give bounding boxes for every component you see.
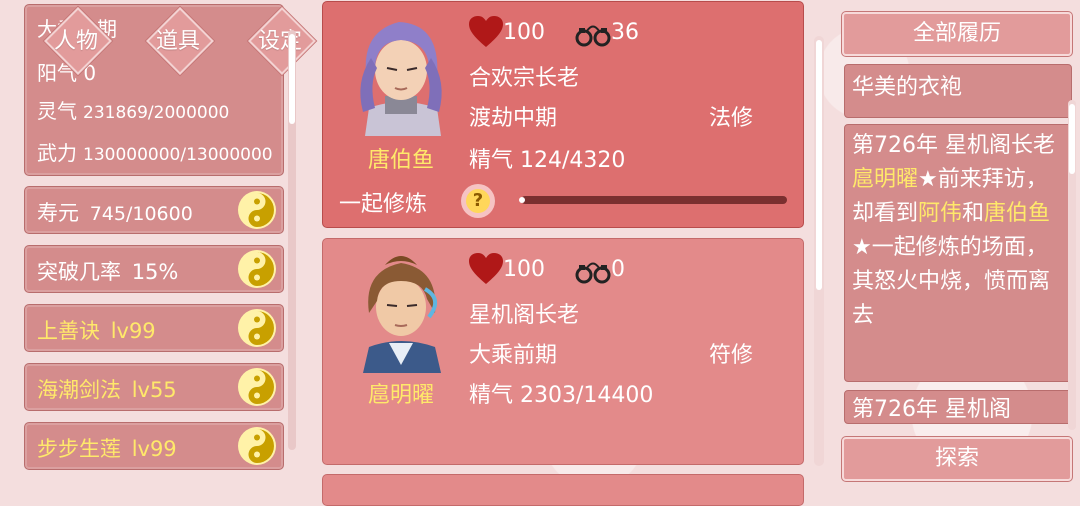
cuffs-value: 0 [611, 257, 625, 282]
breakthrough-text: 突破几率 15% [37, 256, 178, 286]
lifespan-text: 寿元 745/10600 [37, 197, 193, 227]
skill-item-haichao[interactable]: 海潮剑法 lv55 [24, 363, 284, 411]
history-entry-text: 华美的衣袍 [852, 75, 963, 100]
lifespan-item[interactable]: 寿元 745/10600 [24, 186, 284, 234]
skill-item-shangshan[interactable]: 上善诀 lv99 [24, 304, 284, 352]
history-entry: 第726年 星机阁 [844, 390, 1072, 424]
skill-shangshan-level: lv99 [110, 319, 156, 343]
heart-icon [469, 16, 503, 47]
history-scrollbar[interactable] [1068, 100, 1076, 430]
center-scrollbar[interactable] [814, 36, 824, 466]
nav-character-button[interactable]: 人物 [38, 1, 114, 77]
character-name: 唐伯鱼 [367, 148, 434, 173]
help-icon[interactable]: ? [461, 184, 495, 218]
force-row: 武力 130000000/13000000 [37, 137, 273, 166]
cultivation-class: 法修 [709, 106, 754, 131]
skill-shangshan-text: 上善诀 lv99 [37, 315, 156, 345]
practice-progress-bar[interactable] [519, 196, 787, 204]
character-name: 扈明曜 [367, 383, 434, 408]
sect-title: 星机阁长老 [469, 303, 580, 328]
history-entry-text: 第726年 星机阁长老扈明曜★前来拜访，却看到阿伟和唐伯鱼★一起修炼的场面，其怒… [852, 129, 1062, 333]
yin-yang-icon[interactable] [237, 190, 277, 230]
character-card-humingyao[interactable]: 扈明曜 100 0 星机阁长老 大乘前期 符修 精气 2303/14400 [322, 238, 804, 465]
center-scrollbar-thumb[interactable] [816, 40, 822, 290]
yin-yang-icon[interactable] [237, 249, 277, 289]
history-scrollbar-thumb[interactable] [1069, 104, 1075, 174]
skill-haichao-text: 海潮剑法 lv55 [37, 374, 177, 404]
spirit-label: 灵气 [37, 99, 77, 123]
left-scrollbar-thumb[interactable] [289, 34, 295, 124]
yin-yang-icon[interactable] [237, 426, 277, 466]
nav-settings-button[interactable]: 设定 [242, 1, 318, 77]
skill-bubu-label: 步步生莲 [37, 437, 121, 461]
skill-haichao-level: lv55 [131, 378, 177, 402]
nav-character-label: 人物 [53, 29, 98, 54]
history-entry: 第726年 星机阁长老扈明曜★前来拜访，却看到阿伟和唐伯鱼★一起修炼的场面，其怒… [844, 124, 1072, 382]
cuffs-value: 36 [611, 20, 639, 45]
skill-bubu-text: 步步生莲 lv99 [37, 433, 177, 463]
force-label: 武力 [37, 141, 77, 165]
all-history-button[interactable]: 全部履历 [842, 12, 1072, 56]
affection-value: 100 [503, 20, 545, 45]
heart-icon [469, 253, 503, 284]
nav-settings-label: 设定 [257, 29, 302, 54]
character-portrait-humingyao[interactable] [345, 249, 457, 373]
character-card-partial[interactable] [322, 474, 804, 506]
nav-items-label: 道具 [155, 29, 200, 54]
sect-title: 合欢宗长老 [469, 66, 580, 91]
character-card-tangboyu[interactable]: 唐伯鱼 100 36 合欢宗长老 渡劫中期 法修 精气 124/4320 一起修… [322, 1, 804, 228]
handcuffs-icon [575, 25, 611, 47]
skill-item-bubu[interactable]: 步步生莲 lv99 [24, 422, 284, 470]
character-portrait-tangboyu[interactable] [345, 12, 457, 136]
help-mark: ? [466, 189, 490, 213]
left-scrollbar[interactable] [288, 30, 296, 450]
entry-text-part: 第726年 星机阁长老 [852, 133, 1055, 158]
lifespan-label: 寿元 [37, 201, 79, 225]
skill-haichao-label: 海潮剑法 [37, 378, 121, 402]
spirit-value: 231869/2000000 [83, 103, 230, 123]
force-value: 130000000/13000000 [83, 145, 273, 165]
cultivation-realm: 渡劫中期 [469, 106, 558, 131]
history-entry: 华美的衣袍 [844, 64, 1072, 118]
essence-stat: 精气 2303/14400 [469, 383, 654, 408]
lifespan-value: 745/10600 [89, 203, 193, 225]
star-icon: ★ [918, 167, 938, 192]
breakthrough-label: 突破几率 [37, 260, 121, 284]
history-entry-text: 第726年 星机阁 [852, 397, 1011, 422]
yin-yang-icon[interactable] [237, 308, 277, 348]
entry-name-awei: 阿伟 [918, 201, 963, 226]
yin-yang-icon[interactable] [237, 367, 277, 407]
practice-together-label: 一起修炼 [339, 192, 428, 217]
skill-shangshan-label: 上善诀 [37, 319, 100, 343]
entry-text-part: 一起修炼的场面，其怒火中烧，愤而离去 [852, 235, 1051, 328]
handcuffs-icon [575, 262, 611, 284]
entry-name-tangboyu: 唐伯鱼 [984, 201, 1051, 226]
breakthrough-value: 15% [131, 260, 179, 284]
cultivation-realm: 大乘前期 [469, 343, 558, 368]
nav-items-button[interactable]: 道具 [140, 1, 216, 77]
entry-text-part: 和 [962, 201, 985, 226]
explore-button[interactable]: 探索 [842, 437, 1072, 481]
progress-knob[interactable] [519, 197, 525, 203]
affection-value: 100 [503, 257, 545, 282]
cultivation-class: 符修 [709, 343, 754, 368]
essence-stat: 精气 124/4320 [469, 148, 626, 173]
breakthrough-item[interactable]: 突破几率 15% [24, 245, 284, 293]
spirit-row: 灵气 231869/2000000 [37, 95, 229, 124]
star-icon: ★ [852, 235, 872, 260]
skill-bubu-level: lv99 [131, 437, 177, 461]
entry-name-humingyao: 扈明曜 [852, 167, 919, 192]
